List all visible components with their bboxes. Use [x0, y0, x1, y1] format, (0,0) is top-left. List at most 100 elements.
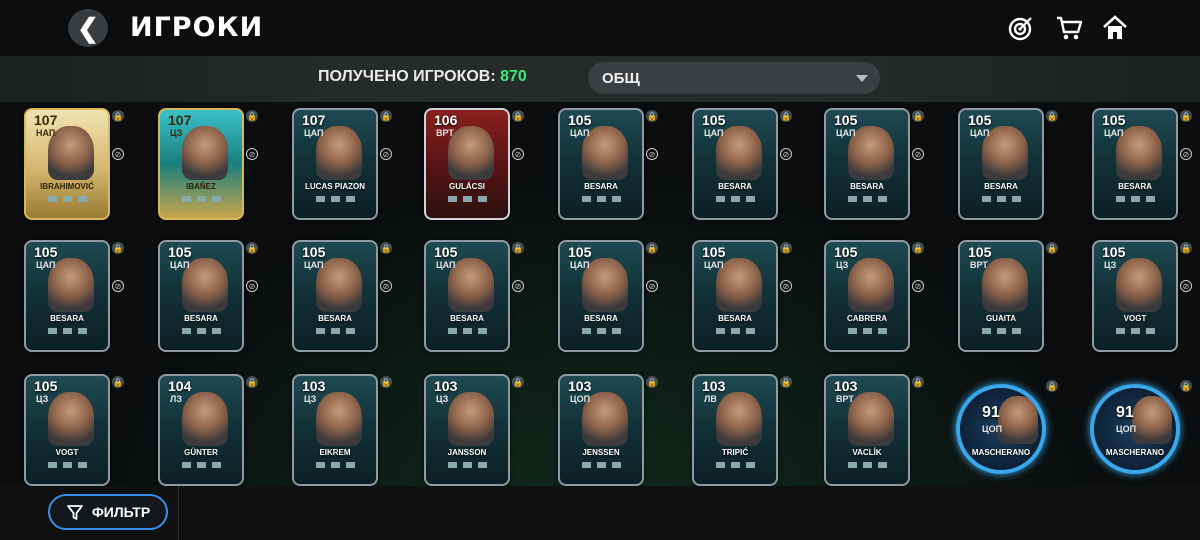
player-card[interactable]: 105 ЦАП BESARA — [692, 240, 778, 352]
lock-icon[interactable]: 🔒 — [512, 376, 524, 388]
badge-icon — [47, 328, 57, 334]
player-badges — [426, 196, 508, 202]
player-photo — [182, 126, 228, 180]
player-card[interactable]: 103 ЦЗ JANSSON — [424, 374, 510, 486]
badge-icon — [877, 196, 887, 202]
sort-selected-value: ОБЩ — [602, 69, 640, 87]
player-card[interactable]: 91 ЦОП MASCHERANO — [1090, 384, 1180, 474]
player-card[interactable]: 105 ЦАП BESARA — [1092, 108, 1178, 220]
player-card[interactable]: 105 ЦАП BESARA — [958, 108, 1044, 220]
player-card[interactable]: 103 ВРТ VACLÍK — [824, 374, 910, 486]
lock-icon[interactable]: 🔒 — [1046, 110, 1058, 122]
player-name: BESARA — [184, 314, 218, 323]
untradable-icon: ⊘ — [512, 280, 524, 292]
player-card[interactable]: 105 ВРТ GUAITA — [958, 240, 1044, 352]
player-name: LUCAS PIAZON — [305, 182, 365, 191]
lock-icon[interactable]: 🔒 — [380, 376, 392, 388]
lock-icon[interactable]: 🔒 — [112, 110, 124, 122]
player-card[interactable]: 105 ЦАП BESARA — [24, 240, 110, 352]
lock-icon[interactable]: 🔒 — [1180, 110, 1192, 122]
player-position: ЦАП — [704, 260, 724, 270]
badge-icon — [745, 462, 755, 468]
lock-icon[interactable]: 🔒 — [1046, 242, 1058, 254]
divider — [178, 486, 179, 540]
player-card[interactable]: 105 ЦАП BESARA — [692, 108, 778, 220]
lock-icon[interactable]: 🔒 — [780, 110, 792, 122]
sort-dropdown[interactable]: ОБЩ — [588, 62, 880, 94]
lock-icon[interactable]: 🔒 — [380, 110, 392, 122]
player-badges — [160, 328, 242, 334]
player-badges — [560, 328, 642, 334]
player-position: ЦАП — [170, 260, 190, 270]
player-name: BESARA — [584, 314, 618, 323]
player-card[interactable]: 105 ЦАП BESARA — [558, 108, 644, 220]
player-card[interactable]: 107 ЦАП LUCAS PIAZON — [292, 108, 378, 220]
player-rating: 105 — [568, 112, 592, 128]
lock-icon[interactable]: 🔒 — [512, 110, 524, 122]
lock-icon[interactable]: 🔒 — [780, 242, 792, 254]
lock-icon[interactable]: 🔒 — [912, 242, 924, 254]
player-card[interactable]: 104 ЛЗ GÜNTER — [158, 374, 244, 486]
player-card[interactable]: 103 ЛВ TRIPIĆ — [692, 374, 778, 486]
lock-icon[interactable]: 🔒 — [780, 376, 792, 388]
player-name: BESARA — [718, 314, 752, 323]
lock-icon[interactable]: 🔒 — [646, 110, 658, 122]
untradable-icon: ⊘ — [1180, 148, 1192, 160]
lock-icon[interactable]: 🔒 — [512, 242, 524, 254]
chevron-left-icon: ❮ — [77, 12, 99, 43]
player-card[interactable]: 103 ЦЗ EIKREM — [292, 374, 378, 486]
player-card[interactable]: 105 ЦАП BESARA — [424, 240, 510, 352]
player-rating: 107 — [168, 112, 192, 128]
player-card[interactable]: 105 ЦЗ VOGT — [24, 374, 110, 486]
lock-icon[interactable]: 🔒 — [1180, 242, 1192, 254]
badge-icon — [611, 196, 621, 202]
player-card[interactable]: 105 ЦАП BESARA — [158, 240, 244, 352]
lock-icon[interactable]: 🔒 — [246, 110, 258, 122]
lock-icon[interactable]: 🔒 — [380, 242, 392, 254]
player-card[interactable]: 106 ВРТ GULÁCSI — [424, 108, 510, 220]
lock-icon[interactable]: 🔒 — [1180, 380, 1192, 392]
badge-icon — [862, 196, 872, 202]
badge-icon — [847, 196, 857, 202]
filter-button[interactable]: ФИЛЬТР — [48, 494, 168, 530]
badge-icon — [862, 328, 872, 334]
badge-icon — [1145, 328, 1155, 334]
store-button[interactable] — [1052, 12, 1086, 44]
player-card[interactable]: 107 НАП IBRAHIMOVIĆ — [24, 108, 110, 220]
badge-icon — [62, 196, 72, 202]
player-badges — [294, 196, 376, 202]
badge-icon — [77, 462, 87, 468]
player-card[interactable]: 105 ЦЗ CABRERA — [824, 240, 910, 352]
home-button[interactable] — [1098, 12, 1132, 44]
player-card[interactable]: 107 ЦЗ IBAÑEZ — [158, 108, 244, 220]
player-rating: 105 — [34, 378, 58, 394]
lock-icon[interactable]: 🔒 — [912, 376, 924, 388]
player-rating: 105 — [968, 112, 992, 128]
badge-icon — [1011, 328, 1021, 334]
lock-icon[interactable]: 🔒 — [912, 110, 924, 122]
player-photo — [1132, 396, 1172, 444]
player-rating: 91 — [982, 404, 1000, 421]
back-button[interactable]: ❮ — [68, 9, 108, 47]
player-name: BESARA — [718, 182, 752, 191]
player-card[interactable]: 105 ЦАП BESARA — [558, 240, 644, 352]
badge-icon — [211, 462, 221, 468]
lock-icon[interactable]: 🔒 — [646, 242, 658, 254]
player-badges — [294, 462, 376, 468]
lock-icon[interactable]: 🔒 — [112, 242, 124, 254]
target-button[interactable] — [1004, 12, 1038, 44]
badge-icon — [462, 196, 472, 202]
player-card[interactable]: 103 ЦОП JENSSEN — [558, 374, 644, 486]
lock-icon[interactable]: 🔒 — [646, 376, 658, 388]
lock-icon[interactable]: 🔒 — [112, 376, 124, 388]
player-card[interactable]: 91 ЦОП MASCHERANO — [956, 384, 1046, 474]
badge-icon — [477, 196, 487, 202]
player-card[interactable]: 105 ЦАП BESARA — [824, 108, 910, 220]
badge-icon — [611, 328, 621, 334]
lock-icon[interactable]: 🔒 — [246, 376, 258, 388]
player-card[interactable]: 105 ЦЗ VOGT — [1092, 240, 1178, 352]
player-card[interactable]: 105 ЦАП BESARA — [292, 240, 378, 352]
lock-icon[interactable]: 🔒 — [246, 242, 258, 254]
lock-icon[interactable]: 🔒 — [1046, 380, 1058, 392]
player-badges — [826, 328, 908, 334]
